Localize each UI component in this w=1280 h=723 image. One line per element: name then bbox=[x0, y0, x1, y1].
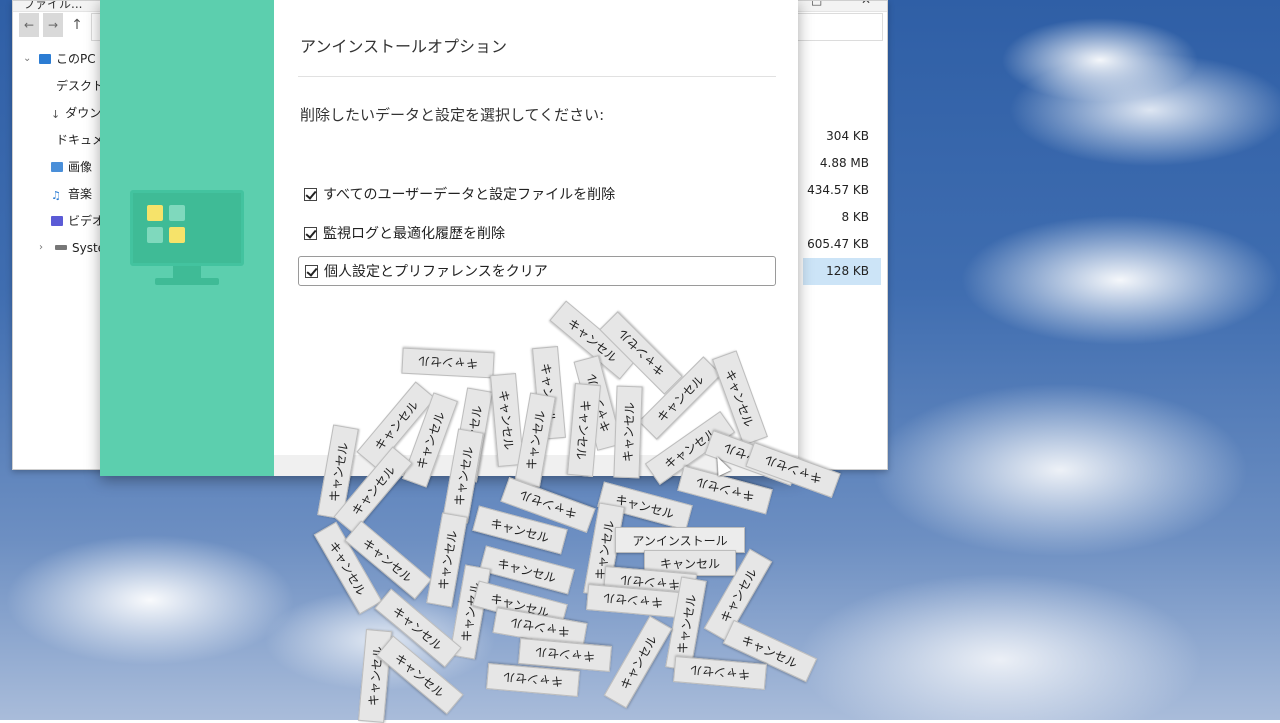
file-size: 434.57 KB bbox=[807, 183, 869, 197]
cancel-button[interactable]: キャンセル bbox=[401, 347, 495, 379]
file-size-selected[interactable]: 128 KB bbox=[803, 258, 881, 285]
option-delete-logs[interactable]: 監視ログと最適化履歴を削除 bbox=[298, 218, 776, 248]
chevron-right-icon[interactable]: › bbox=[39, 242, 51, 253]
file-size: 304 KB bbox=[826, 129, 869, 143]
forward-arrow-icon[interactable]: → bbox=[43, 13, 63, 37]
file-size: 4.88 MB bbox=[819, 156, 869, 170]
back-arrow-icon[interactable]: ← bbox=[19, 13, 39, 37]
explorer-title: ファイル... bbox=[23, 0, 83, 11]
up-arrow-icon[interactable]: ↑ bbox=[67, 13, 87, 37]
maximize-icon[interactable]: □ bbox=[811, 1, 822, 7]
tree-item-label: 音楽 bbox=[68, 187, 93, 201]
download-icon: ↓ bbox=[51, 107, 61, 121]
divider bbox=[298, 76, 776, 77]
option-clear-preferences[interactable]: 個人設定とプリファレンスをクリア bbox=[298, 256, 776, 286]
monitor-icon bbox=[130, 190, 244, 290]
chevron-down-icon[interactable]: ⌄ bbox=[23, 53, 35, 64]
drive-icon bbox=[55, 245, 67, 250]
video-icon bbox=[51, 215, 63, 226]
tree-item-label: ビデオ bbox=[68, 214, 105, 228]
dialog-side-panel bbox=[100, 0, 274, 476]
option-label: 個人設定とプリファレンスをクリア bbox=[324, 264, 548, 280]
checkbox-checked-icon[interactable] bbox=[304, 187, 317, 201]
tree-item-label: このPC bbox=[56, 52, 96, 66]
file-size: 8 KB bbox=[841, 210, 869, 224]
pictures-icon bbox=[51, 161, 63, 172]
option-label: 監視ログと最適化履歴を削除 bbox=[323, 226, 505, 242]
close-icon[interactable]: ✕ bbox=[861, 1, 871, 7]
option-delete-user-data[interactable]: すべてのユーザーデータと設定ファイルを削除 bbox=[298, 179, 776, 209]
tree-item-label: 画像 bbox=[68, 160, 93, 174]
music-icon: ♫ bbox=[51, 188, 61, 202]
checkbox-checked-icon[interactable] bbox=[304, 226, 317, 240]
option-label: すべてのユーザーデータと設定ファイルを削除 bbox=[323, 187, 616, 203]
checkbox-checked-icon[interactable] bbox=[305, 264, 318, 278]
dialog-title: アンインストールオプション bbox=[300, 37, 508, 56]
pc-icon bbox=[39, 53, 51, 64]
file-size-column: 304 KB 4.88 MB 434.57 KB 8 KB 605.47 KB … bbox=[803, 123, 881, 285]
explorer-nav: ← → ↑ bbox=[19, 13, 87, 37]
dialog-prompt: 削除したいデータと設定を選択してください: bbox=[300, 106, 605, 124]
file-size: 605.47 KB bbox=[807, 237, 869, 251]
cancel-button[interactable]: キャンセル bbox=[613, 385, 643, 479]
